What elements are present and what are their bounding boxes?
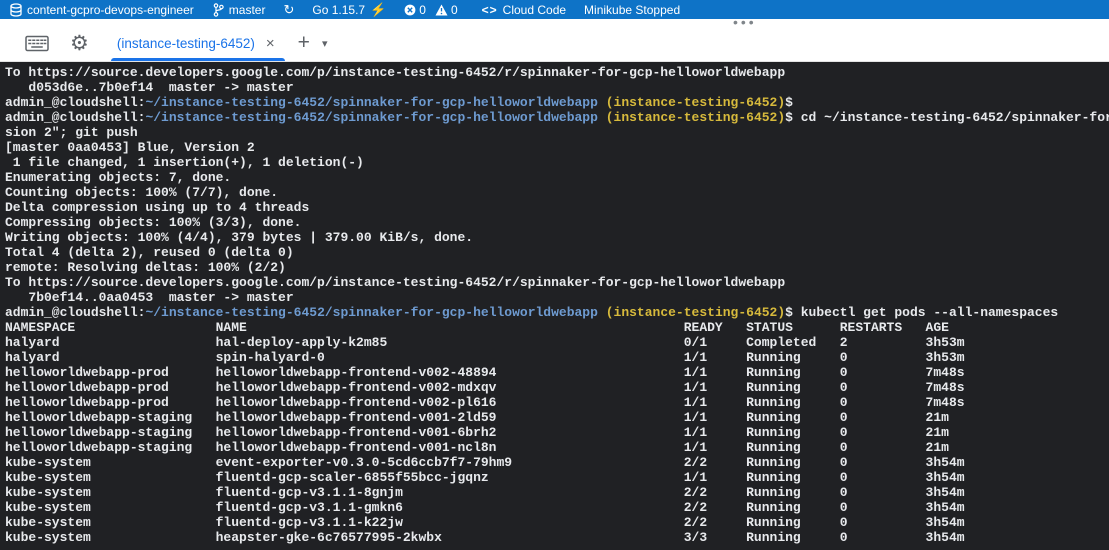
warning-count: 0: [451, 3, 458, 17]
terminal-line: 1 file changed, 1 insertion(+), 1 deleti…: [5, 155, 1109, 170]
sync-button[interactable]: ↻: [283, 3, 294, 16]
terminal-line: NAMESPACE NAME READY STATUS RESTARTS AGE: [5, 320, 1109, 335]
tab-close-icon[interactable]: ×: [266, 36, 275, 51]
terminal-line: To https://source.developers.google.com/…: [5, 65, 1109, 80]
cloud-code-indicator[interactable]: <> Cloud Code: [482, 3, 566, 17]
project-selector[interactable]: content-gcpro-devops-engineer: [10, 3, 194, 17]
terminal-line: Counting objects: 100% (7/7), done.: [5, 185, 1109, 200]
go-version-label: Go 1.15.7: [312, 3, 365, 17]
error-count: 0: [419, 3, 426, 17]
terminal-line: 7b0ef14..0aa0453 master -> master: [5, 290, 1109, 305]
terminal-line: d053d6e..7b0ef14 master -> master: [5, 80, 1109, 95]
terminal-output[interactable]: To https://source.developers.google.com/…: [0, 62, 1109, 550]
terminal-line: Writing objects: 100% (4/4), 379 bytes |…: [5, 230, 1109, 245]
terminal-line: helloworldwebapp-staging helloworldwebap…: [5, 440, 1109, 455]
go-version-indicator[interactable]: Go 1.15.7 ⚡: [312, 3, 386, 17]
minikube-status-label: Minikube Stopped: [584, 3, 680, 17]
problems-indicator[interactable]: 0 0: [404, 3, 463, 17]
sync-icon: ↻: [283, 3, 294, 16]
terminal-line: Total 4 (delta 2), reused 0 (delta 0): [5, 245, 1109, 260]
code-brackets-icon: <>: [482, 3, 498, 17]
tab-options-caret-icon[interactable]: ▾: [322, 37, 328, 50]
terminal-panel-header: ••• ⚙ (instance-testing-6452) × + ▾: [0, 19, 1109, 62]
terminal-line: halyard hal-deploy-apply-k2m85 0/1 Compl…: [5, 335, 1109, 350]
terminal-line: helloworldwebapp-prod helloworldwebapp-f…: [5, 365, 1109, 380]
error-circle-icon: [404, 4, 416, 16]
terminal-line: helloworldwebapp-prod helloworldwebapp-f…: [5, 380, 1109, 395]
terminal-line: Compressing objects: 100% (3/3), done.: [5, 215, 1109, 230]
warning-triangle-icon: [435, 4, 448, 16]
terminal-line: admin_@cloudshell:~/instance-testing-645…: [5, 110, 1109, 125]
terminal-line: To https://source.developers.google.com/…: [5, 275, 1109, 290]
settings-gear-icon[interactable]: ⚙: [70, 33, 89, 54]
terminal-tab-bar: ⚙ (instance-testing-6452) × + ▾: [0, 25, 1109, 61]
terminal-line: admin_@cloudshell:~/instance-testing-645…: [5, 305, 1109, 320]
terminal-line: kube-system heapster-gke-6c76577995-2kwb…: [5, 530, 1109, 545]
terminal-line: halyard spin-halyard-0 1/1 Running 0 3h5…: [5, 350, 1109, 365]
terminal-line: helloworldwebapp-prod helloworldwebapp-f…: [5, 395, 1109, 410]
tab-instance-testing-6452[interactable]: (instance-testing-6452) ×: [111, 25, 285, 61]
database-icon: [10, 3, 22, 17]
git-branch-icon: [212, 3, 224, 17]
minikube-status[interactable]: Minikube Stopped: [584, 3, 680, 17]
tab-label: (instance-testing-6452): [117, 36, 255, 51]
git-branch-indicator[interactable]: master: [212, 3, 266, 17]
terminal-line: kube-system fluentd-gcp-v3.1.1-k22jw 2/2…: [5, 515, 1109, 530]
lightning-icon: ⚡: [370, 3, 386, 16]
terminal-line: sion 2"; git push: [5, 125, 1109, 140]
keyboard-icon[interactable]: [25, 35, 49, 52]
terminal-line: kube-system fluentd-gcp-scaler-6855f55bc…: [5, 470, 1109, 485]
cloud-code-label: Cloud Code: [503, 3, 566, 17]
terminal-line: [master 0aa0453] Blue, Version 2: [5, 140, 1109, 155]
top-status-bar: content-gcpro-devops-engineer master ↻ G…: [0, 0, 1109, 19]
project-name: content-gcpro-devops-engineer: [27, 3, 194, 17]
git-branch-name: master: [229, 3, 266, 17]
terminal-line: Enumerating objects: 7, done.: [5, 170, 1109, 185]
terminal-line: kube-system event-exporter-v0.3.0-5cd6cc…: [5, 455, 1109, 470]
terminal-line: remote: Resolving deltas: 100% (2/2): [5, 260, 1109, 275]
active-tab-underline: [111, 58, 285, 61]
terminal-line: admin_@cloudshell:~/instance-testing-645…: [5, 95, 1109, 110]
terminal-line: kube-system fluentd-gcp-v3.1.1-gmkn6 2/2…: [5, 500, 1109, 515]
terminal-line: helloworldwebapp-staging helloworldwebap…: [5, 410, 1109, 425]
new-tab-button[interactable]: +: [298, 31, 310, 55]
terminal-line: kube-system fluentd-gcp-v3.1.1-8gnjm 2/2…: [5, 485, 1109, 500]
terminal-line: helloworldwebapp-staging helloworldwebap…: [5, 425, 1109, 440]
terminal-line: Delta compression using up to 4 threads: [5, 200, 1109, 215]
